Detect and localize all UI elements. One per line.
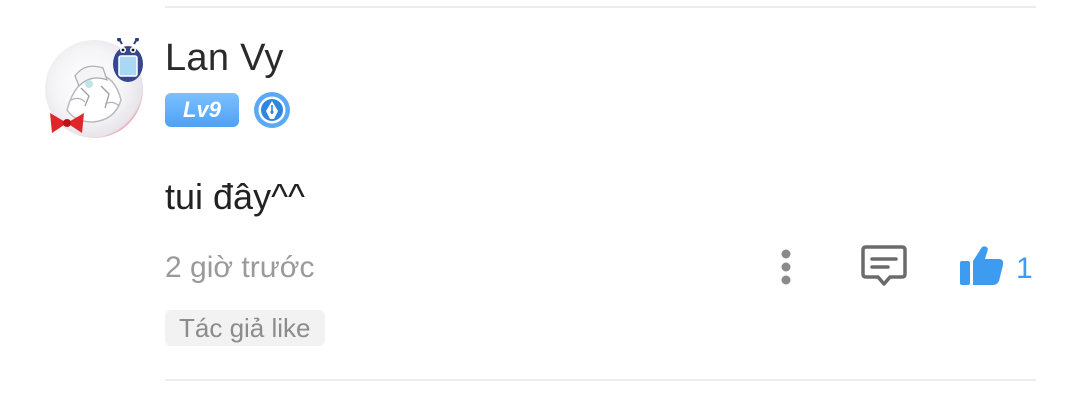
bottom-divider xyxy=(165,379,1036,381)
avatar[interactable] xyxy=(40,38,148,146)
vertical-dots-icon[interactable] xyxy=(770,245,802,289)
comment-icon[interactable] xyxy=(860,243,908,289)
thumbs-up-icon[interactable] xyxy=(958,243,1006,289)
comment-text: tui đây^^ xyxy=(165,176,305,217)
pen-nib-badge-icon xyxy=(254,92,290,128)
top-divider xyxy=(165,6,1036,8)
comment-timestamp: 2 giờ trước xyxy=(165,251,315,284)
avatar-frame-badge-icon xyxy=(113,38,143,82)
author-name[interactable]: Lan Vy xyxy=(165,36,284,80)
like-count: 1 xyxy=(1016,252,1033,285)
level-badge: Lv9 xyxy=(165,93,239,127)
author-liked-tag: Tác giả like xyxy=(165,310,325,346)
bow-icon xyxy=(50,113,84,133)
